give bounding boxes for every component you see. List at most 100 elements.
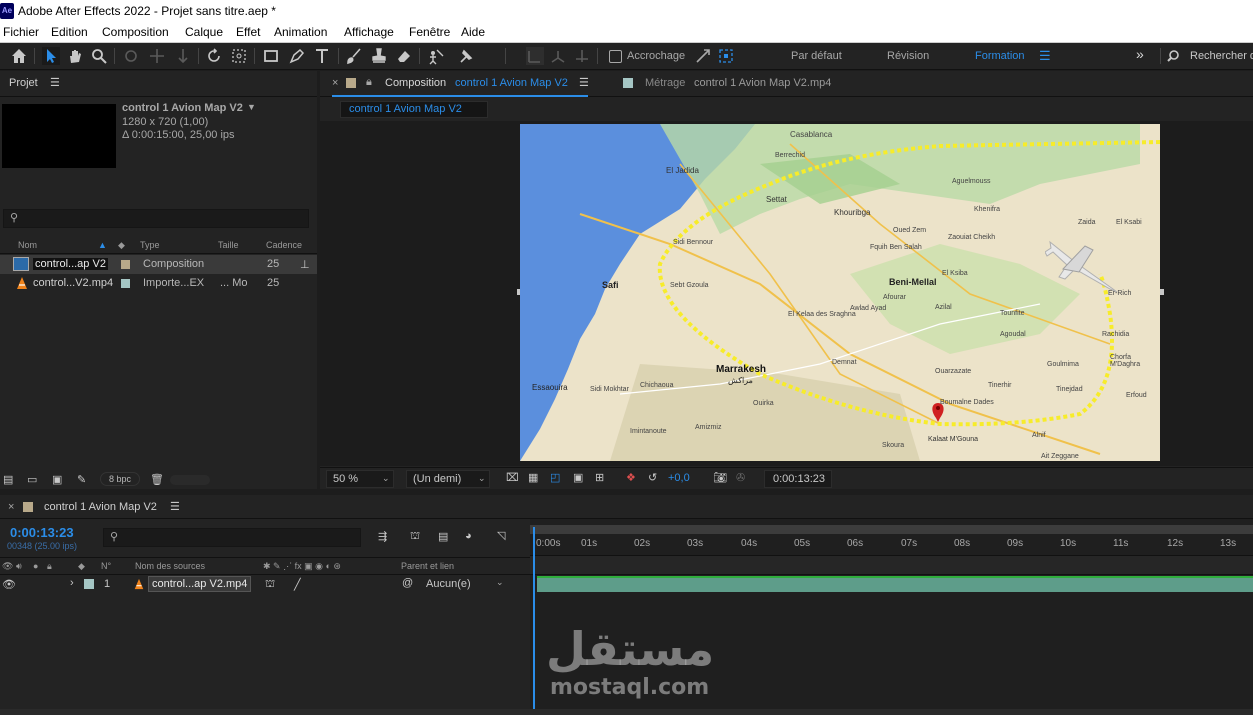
pen-tool-icon[interactable]: [288, 47, 306, 65]
project-panel-title[interactable]: Projet: [9, 77, 38, 89]
composition-canvas[interactable]: Casablanca El Jadida Settat Khouribga Ou…: [320, 121, 1253, 466]
adjust-project-settings-icon[interactable]: ✎: [77, 473, 86, 486]
menu-effet[interactable]: Effet: [236, 25, 260, 39]
workspace-revision[interactable]: Révision: [887, 50, 929, 62]
pick-whip-icon[interactable]: @: [402, 577, 413, 589]
interpret-footage-icon[interactable]: ▤: [3, 473, 13, 486]
motion-blur-icon[interactable]: ◕: [465, 530, 472, 542]
footage-tab-prefix[interactable]: Métrage: [645, 77, 685, 89]
roto-brush-tool-icon[interactable]: [427, 47, 445, 65]
project-item-row[interactable]: control...ap V2 Composition 25 ⊥: [0, 255, 317, 274]
menu-calque[interactable]: Calque: [185, 25, 223, 39]
menu-fichier[interactable]: Fichier: [3, 25, 39, 39]
shy-layers-icon[interactable]: ⛫: [410, 530, 420, 544]
new-composition-icon[interactable]: ▣: [52, 473, 62, 486]
video-eye-icon[interactable]: 👁︎: [2, 578, 16, 591]
magnification-dropdown[interactable]: 50 % ⌄: [326, 470, 394, 488]
column-nom[interactable]: Nom: [18, 240, 37, 250]
label-color-swatch[interactable]: [84, 579, 94, 589]
current-time-indicator[interactable]: [533, 527, 535, 713]
mask-visibility-icon[interactable]: ◰: [550, 471, 560, 484]
timeline-current-time[interactable]: 0:00:13:23: [10, 525, 74, 540]
morocco-map-frame[interactable]: Casablanca El Jadida Settat Khouribga Ou…: [520, 124, 1160, 461]
video-eye-icon[interactable]: 👁︎: [2, 561, 13, 572]
timeline-search-input[interactable]: ⚲: [103, 528, 361, 547]
lock-icon[interactable]: 🔒︎: [366, 76, 372, 89]
menu-affichage[interactable]: Affichage: [344, 25, 394, 39]
pan-camera-icon[interactable]: [148, 47, 166, 65]
current-time-field[interactable]: 0:00:13:23: [764, 470, 832, 488]
chevron-down-icon[interactable]: ⌄: [496, 577, 504, 588]
bit-depth-button[interactable]: 8 bpc: [100, 472, 141, 486]
grid-guides-icon[interactable]: ⊞: [595, 471, 604, 484]
snap-checkbox[interactable]: [609, 50, 622, 63]
label-tag-icon[interactable]: ◆: [78, 561, 85, 572]
composition-tab-prefix[interactable]: Composition: [385, 77, 446, 89]
timeline-layer-row[interactable]: 👁︎ › 1 control...ap V2.mp4 ⛫ ╱ @ Aucun(e…: [0, 576, 530, 593]
composition-flowchart-icon[interactable]: ⇶: [378, 530, 387, 543]
column-source-name[interactable]: Nom des sources: [135, 561, 205, 571]
show-snapshot-icon[interactable]: ✇: [736, 471, 745, 484]
thumbnail-slider[interactable]: [170, 475, 210, 485]
anchor-point-tool-icon[interactable]: [230, 47, 248, 65]
flowchart-icon[interactable]: ⊥: [300, 258, 310, 271]
work-area-bar[interactable]: [530, 525, 1253, 534]
column-cadence[interactable]: Cadence: [266, 240, 302, 250]
label-color-swatch[interactable]: [121, 260, 130, 269]
world-axis-icon[interactable]: [549, 47, 567, 65]
workspace-par-defaut[interactable]: Par défaut: [791, 50, 842, 62]
reset-exposure-icon[interactable]: ↺: [648, 471, 657, 484]
close-tab-icon[interactable]: ×: [8, 501, 14, 513]
exposure-value[interactable]: +0,0: [668, 472, 690, 484]
snapshot-camera-icon[interactable]: 📷︎: [713, 471, 727, 484]
region-of-interest-icon[interactable]: ▣: [573, 471, 583, 484]
selection-tool-icon[interactable]: [42, 47, 60, 65]
trash-icon[interactable]: 🗑: [150, 473, 164, 486]
solo-icon[interactable]: ●: [33, 561, 38, 571]
chevron-down-icon[interactable]: ▼: [247, 102, 256, 112]
workspace-menu-icon[interactable]: ☰: [1039, 48, 1051, 64]
panel-menu-icon[interactable]: ☰: [50, 76, 60, 89]
snap-grid-icon[interactable]: [717, 47, 735, 65]
menu-edition[interactable]: Edition: [51, 25, 88, 39]
composition-breadcrumb[interactable]: control 1 Avion Map V2: [340, 101, 488, 118]
zoom-tool-icon[interactable]: [90, 47, 108, 65]
quality-switch-icon[interactable]: ╱: [294, 578, 301, 591]
clone-stamp-tool-icon[interactable]: [370, 47, 388, 65]
column-parent[interactable]: Parent et lien: [401, 561, 454, 571]
expand-arrow-icon[interactable]: ›: [70, 577, 74, 589]
workspace-overflow-icon[interactable]: »: [1136, 46, 1144, 62]
layer-source-name[interactable]: control...ap V2.mp4: [148, 576, 252, 592]
rectangle-tool-icon[interactable]: [262, 47, 280, 65]
label-tag-icon[interactable]: ◆: [118, 240, 125, 251]
snap-edges-icon[interactable]: [694, 47, 712, 65]
column-taille[interactable]: Taille: [218, 240, 239, 250]
graph-editor-icon[interactable]: ◹: [497, 529, 505, 542]
time-ruler[interactable]: 0:00s 01s 02s 03s 04s 05s 06s 07s 08s 09…: [530, 537, 1253, 555]
shy-switch-icon[interactable]: ⛫: [265, 578, 275, 592]
composition-tab-name[interactable]: control 1 Avion Map V2: [455, 77, 568, 89]
menu-fenetre[interactable]: Fenêtre: [409, 25, 450, 39]
footage-tab-name[interactable]: control 1 Avion Map V2.mp4: [694, 77, 831, 89]
panel-menu-icon[interactable]: ☰: [170, 500, 180, 513]
column-type[interactable]: Type: [140, 240, 160, 250]
local-axis-icon[interactable]: [526, 47, 544, 65]
fast-previews-icon[interactable]: ⌧: [506, 471, 519, 484]
search-icon[interactable]: [1166, 47, 1184, 65]
home-icon[interactable]: [10, 47, 28, 65]
workspace-formation[interactable]: Formation: [975, 50, 1025, 62]
text-tool-icon[interactable]: [313, 47, 331, 65]
brush-tool-icon[interactable]: [345, 47, 363, 65]
layer-duration-bar[interactable]: [537, 576, 1253, 592]
close-tab-icon[interactable]: ×: [332, 77, 338, 89]
audio-icon[interactable]: 🔊︎: [16, 561, 22, 572]
transparency-grid-icon[interactable]: ▦: [528, 471, 538, 484]
eraser-tool-icon[interactable]: [395, 47, 413, 65]
project-search-input[interactable]: ⚲: [3, 209, 309, 228]
puppet-pin-tool-icon[interactable]: [457, 47, 475, 65]
timeline-tab-name[interactable]: control 1 Avion Map V2: [44, 501, 157, 513]
orbit-camera-icon[interactable]: [122, 47, 140, 65]
resolution-dropdown[interactable]: (Un demi) ⌄: [406, 470, 490, 488]
rotate-tool-icon[interactable]: [205, 47, 223, 65]
lock-icon[interactable]: 🔒︎: [47, 561, 52, 572]
